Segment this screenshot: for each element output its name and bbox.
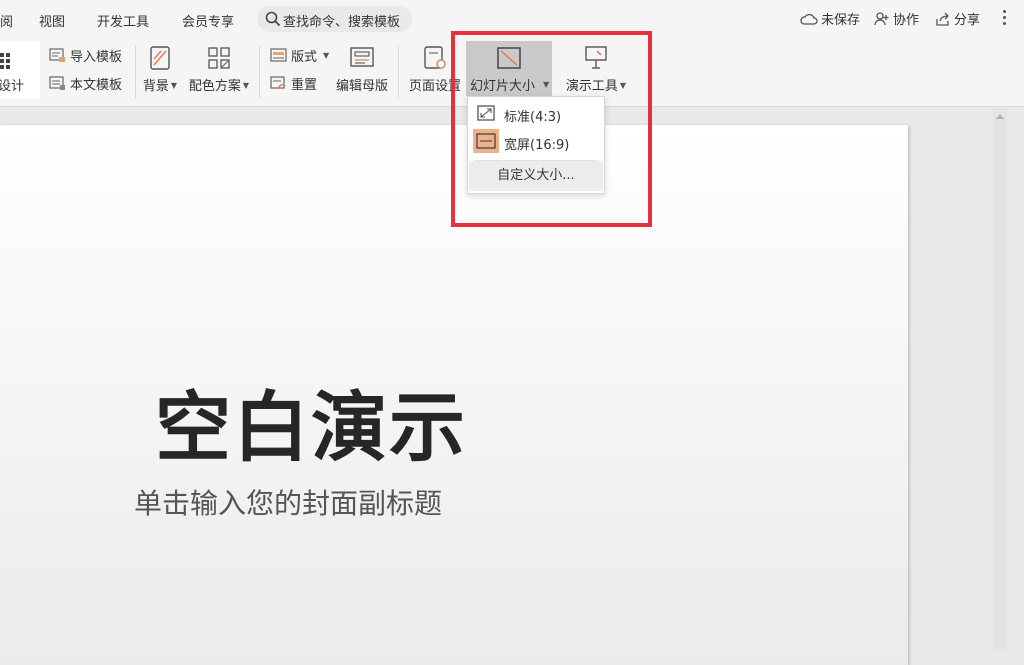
- color-scheme-icon: [208, 47, 230, 69]
- slide-subtitle-placeholder[interactable]: 单击输入您的封面副标题: [134, 482, 442, 522]
- collaborate-button[interactable]: 协作: [874, 9, 919, 28]
- background-icon: [150, 46, 170, 70]
- search-placeholder: 查找命令、搜索模板: [283, 15, 401, 30]
- color-scheme-button[interactable]: 配色方案 ▼: [187, 45, 251, 94]
- layout-button[interactable]: 版式 ▼: [270, 46, 329, 65]
- menu-review[interactable]: 阅: [0, 11, 13, 30]
- background-button[interactable]: 背景 ▼: [142, 45, 178, 94]
- background-label: 背景: [142, 79, 169, 94]
- search-box[interactable]: 查找命令、搜索模板: [257, 6, 412, 32]
- import-template-label: 导入模板: [70, 50, 123, 65]
- layout-icon: [270, 48, 287, 62]
- more-menu-icon[interactable]: [1003, 10, 1007, 28]
- reset-label: 重置: [291, 78, 318, 93]
- unsaved-button[interactable]: 未保存: [800, 9, 860, 28]
- layout-label: 版式: [291, 50, 318, 65]
- search-icon: [265, 11, 281, 27]
- slide-title[interactable]: 空白演示: [155, 366, 467, 476]
- design-label: 设计: [0, 79, 25, 94]
- import-template-icon: [49, 48, 65, 62]
- page-setup-icon: [424, 46, 446, 69]
- design-button[interactable]: 设计: [0, 41, 40, 99]
- this-template-button[interactable]: 本文模板: [49, 74, 122, 93]
- cloud-icon: [800, 13, 818, 25]
- ribbon-separator: [398, 46, 399, 98]
- menu-member[interactable]: 会员专享: [182, 11, 234, 30]
- ribbon-separator: [259, 46, 260, 98]
- ribbon-separator: [135, 46, 136, 98]
- edit-master-button[interactable]: 编辑母版: [331, 45, 393, 94]
- unsaved-label: 未保存: [821, 13, 861, 28]
- highlight-annotation-box: [451, 31, 652, 227]
- this-template-label: 本文模板: [70, 78, 123, 93]
- share-icon: [936, 12, 949, 26]
- reset-button[interactable]: 重置: [270, 74, 317, 93]
- color-scheme-label: 配色方案: [188, 79, 241, 94]
- collaborate-label: 协作: [893, 13, 920, 28]
- document-template-icon: [49, 76, 65, 90]
- grid-icon: [0, 53, 10, 69]
- edit-master-icon: [350, 47, 374, 67]
- menu-developer-tools[interactable]: 开发工具: [97, 11, 149, 30]
- share-label: 分享: [954, 13, 981, 28]
- reset-icon: [270, 76, 286, 90]
- vertical-scrollbar[interactable]: [993, 108, 1007, 650]
- person-add-icon: [874, 11, 889, 25]
- share-button[interactable]: 分享: [935, 9, 980, 28]
- import-template-button[interactable]: 导入模板: [49, 46, 122, 65]
- menu-view[interactable]: 视图: [39, 11, 65, 30]
- edit-master-label: 编辑母版: [335, 79, 388, 94]
- scroll-up-icon[interactable]: [996, 114, 1004, 119]
